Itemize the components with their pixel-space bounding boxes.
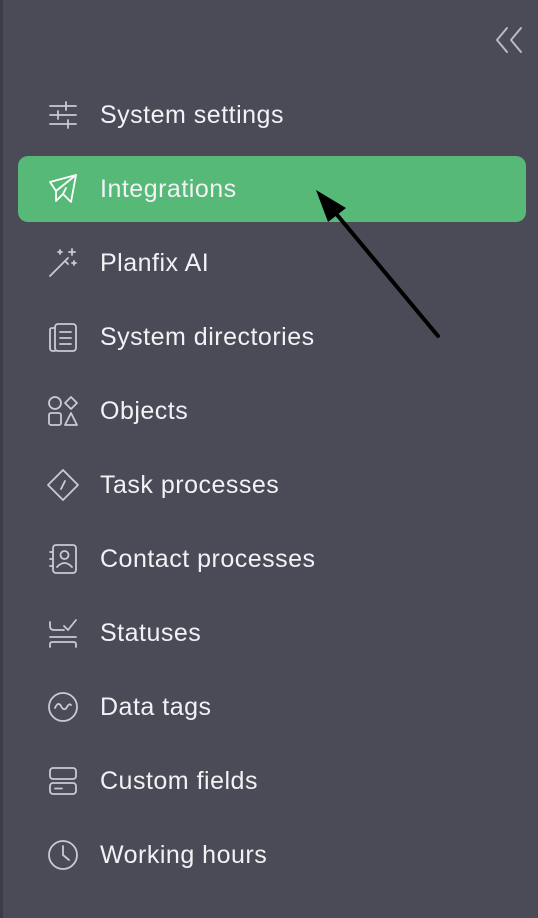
menu-item-label: Integrations — [100, 174, 237, 203]
menu-item-system-settings[interactable]: System settings — [18, 82, 526, 148]
shapes-icon — [46, 394, 80, 428]
sidebar-left-border — [0, 0, 3, 918]
menu-item-label: Contact processes — [100, 544, 316, 573]
clock-icon — [46, 838, 80, 872]
menu-item-integrations[interactable]: Integrations — [18, 156, 526, 222]
status-check-icon — [46, 616, 80, 650]
menu-item-label: Planfix AI — [100, 248, 210, 277]
menu-item-data-tags[interactable]: Data tags — [18, 674, 526, 740]
menu-item-working-hours[interactable]: Working hours — [18, 822, 526, 888]
menu-item-contact-processes[interactable]: Contact processes — [18, 526, 526, 592]
contact-card-icon — [46, 542, 80, 576]
menu-item-label: Statuses — [100, 618, 202, 647]
menu-item-label: Data tags — [100, 692, 212, 721]
menu-item-statuses[interactable]: Statuses — [18, 600, 526, 666]
menu-item-label: Working hours — [100, 840, 268, 869]
double-chevron-left-icon — [496, 27, 522, 53]
menu-item-objects[interactable]: Objects — [18, 378, 526, 444]
menu-item-label: Task processes — [100, 470, 280, 499]
wave-circle-icon — [46, 690, 80, 724]
menu-item-custom-fields[interactable]: Custom fields — [18, 748, 526, 814]
fields-stack-icon — [46, 764, 80, 798]
menu-item-system-directories[interactable]: System directories — [18, 304, 526, 370]
collapse-sidebar-button[interactable] — [490, 22, 528, 58]
sliders-icon — [46, 98, 80, 132]
menu-item-task-processes[interactable]: Task processes — [18, 452, 526, 518]
menu-item-planfix-ai[interactable]: Planfix AI — [18, 230, 526, 296]
directory-book-icon — [46, 320, 80, 354]
menu-item-label: Custom fields — [100, 766, 258, 795]
diamond-process-icon — [46, 468, 80, 502]
menu-item-label: System settings — [100, 100, 284, 129]
settings-menu: System settings Integrations Planfix AI … — [18, 82, 526, 896]
paper-plane-icon — [46, 172, 80, 206]
menu-item-label: Objects — [100, 396, 189, 425]
magic-wand-icon — [46, 246, 80, 280]
menu-item-label: System directories — [100, 322, 315, 351]
